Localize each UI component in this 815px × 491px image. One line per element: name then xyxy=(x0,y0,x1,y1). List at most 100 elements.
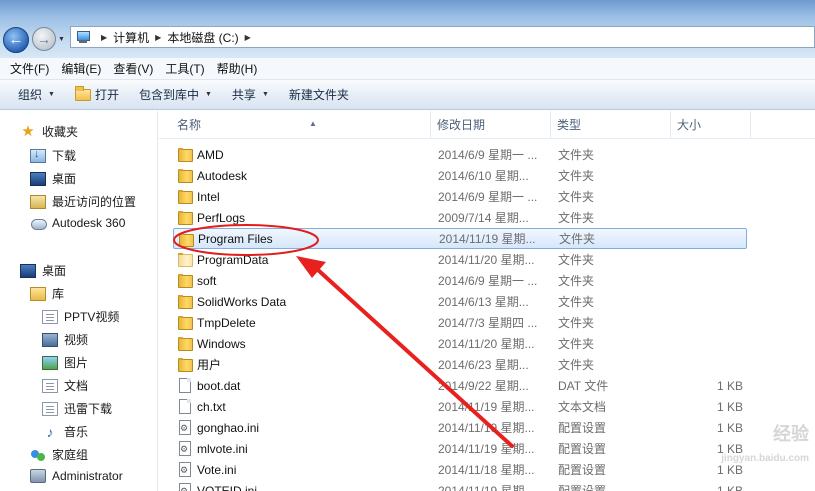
video-icon xyxy=(42,332,58,347)
menu-view[interactable]: 查看(V) xyxy=(107,60,159,77)
nav-thunder[interactable]: 迅雷下载 xyxy=(42,400,112,417)
folder-icon xyxy=(177,169,193,183)
file-type: 文件夹 xyxy=(558,169,595,183)
nav-admin[interactable]: Administrator xyxy=(30,469,123,483)
file-name: Vote.ini xyxy=(197,462,237,477)
folder-icon xyxy=(177,190,193,204)
breadcrumb-local-disk[interactable]: 本地磁盘 (C:) xyxy=(167,29,238,46)
nav-label: Autodesk 360 xyxy=(52,216,126,230)
column-type[interactable]: 类型 xyxy=(551,111,671,139)
nav-video[interactable]: 视频 xyxy=(42,331,88,348)
menu-help[interactable]: 帮助(H) xyxy=(211,60,264,77)
file-size: 1 KB xyxy=(717,483,744,491)
menu-tools[interactable]: 工具(T) xyxy=(159,60,210,77)
nav-documents[interactable]: 文档 xyxy=(42,377,88,394)
column-label: 类型 xyxy=(557,118,582,132)
nav-desktop-fav[interactable]: 桌面 xyxy=(30,170,76,187)
file-row[interactable]: Program Files 2014/11/19 星期... 文件夹 xyxy=(173,228,747,249)
file-name: Windows xyxy=(197,336,246,351)
watermark-text: 经验 xyxy=(773,424,809,444)
new-folder-button[interactable]: 新建文件夹 xyxy=(279,83,359,107)
chevron-right-icon[interactable]: ▶ xyxy=(245,33,251,42)
folder-icon xyxy=(177,211,193,225)
navigation-pane: ★ 收藏夹 下载 桌面 最近访问的位置 Autodesk 360 桌面 库 PPT… xyxy=(0,111,158,491)
breadcrumb-computer[interactable]: 计算机 xyxy=(113,29,149,46)
file-row[interactable]: Windows 2014/11/20 星期... 文件夹 xyxy=(173,333,747,354)
file-row[interactable]: Autodesk 2014/6/10 星期... 文件夹 xyxy=(173,165,747,186)
nav-pptv[interactable]: PPTV视频 xyxy=(42,308,119,325)
file-row[interactable]: VOTEID.ini 2014/11/19 星期... 配置设置 1 KB xyxy=(173,480,747,491)
library-folder-icon xyxy=(42,401,58,416)
column-date[interactable]: 修改日期 xyxy=(431,111,551,139)
file-date: 2014/6/10 星期... xyxy=(438,169,529,183)
share-button[interactable]: 共享 ▼ xyxy=(222,83,279,107)
folder-icon xyxy=(177,337,193,351)
computer-icon xyxy=(75,30,91,44)
column-size[interactable]: 大小 xyxy=(671,111,751,139)
nav-homegroup[interactable]: 家庭组 xyxy=(30,446,88,463)
file-type: 文件夹 xyxy=(558,274,595,288)
chevron-right-icon[interactable]: ▶ xyxy=(101,33,107,42)
file-date: 2014/9/22 星期... xyxy=(438,379,529,393)
column-label: 名称 xyxy=(177,118,202,132)
back-button[interactable]: ← xyxy=(3,27,29,53)
file-date: 2014/6/9 星期一 ... xyxy=(438,190,538,204)
nav-downloads[interactable]: 下载 xyxy=(30,147,76,164)
config-file-icon xyxy=(179,441,191,456)
nav-recent[interactable]: 最近访问的位置 xyxy=(30,193,136,210)
forward-arrow-icon: → xyxy=(37,31,51,47)
recent-pages-dropdown-icon[interactable]: ▼ xyxy=(58,36,65,43)
include-library-button[interactable]: 包含到库中 ▼ xyxy=(129,83,222,107)
folder-icon xyxy=(177,274,193,288)
file-row[interactable]: Intel 2014/6/9 星期一 ... 文件夹 xyxy=(173,186,747,207)
back-arrow-icon: ← xyxy=(8,31,24,48)
config-file-icon xyxy=(179,483,191,491)
file-row[interactable]: ProgramData 2014/11/20 星期... 文件夹 xyxy=(173,249,747,270)
file-row[interactable]: mlvote.ini2014/11/19 星期...配置设置1 KB xyxy=(173,438,747,459)
file-date: 2014/6/13 星期... xyxy=(438,295,529,309)
address-bar[interactable]: ▶ 计算机 ▶ 本地磁盘 (C:) ▶ xyxy=(70,26,815,48)
nav-libraries[interactable]: 库 xyxy=(30,285,64,302)
nav-label: 桌面 xyxy=(52,172,77,186)
file-row[interactable]: boot.dat 2014/9/22 星期... DAT 文件 1 KB xyxy=(173,375,747,396)
file-name: Autodesk xyxy=(197,168,248,183)
column-label: 修改日期 xyxy=(437,118,486,132)
star-icon: ★ xyxy=(21,122,35,140)
file-row[interactable]: AMD 2014/6/9 星期一 ... 文件夹 xyxy=(173,144,747,165)
file-row[interactable]: Vote.ini 2014/11/18 星期... 配置设置 1 KB xyxy=(173,459,747,480)
column-name[interactable]: 名称 ▲ xyxy=(171,111,431,139)
organize-button[interactable]: 组织 ▼ xyxy=(8,83,65,107)
nav-label: 库 xyxy=(52,287,65,301)
file-row[interactable]: 用户 2014/6/23 星期... 文件夹 xyxy=(173,354,747,375)
cloud-icon xyxy=(30,216,47,230)
file-row[interactable]: soft 2014/6/9 星期一 ... 文件夹 xyxy=(173,270,747,291)
file-date: 2014/7/3 星期四 ... xyxy=(438,316,538,330)
nav-desktop[interactable]: 桌面 xyxy=(20,262,66,279)
file-type: 文件夹 xyxy=(559,232,596,246)
file-row[interactable]: SolidWorks Data 2014/6/13 星期... 文件夹 xyxy=(173,291,747,312)
file-date: 2009/7/14 星期... xyxy=(438,211,529,225)
file-name: PerfLogs xyxy=(197,210,246,225)
open-button[interactable]: 打开 xyxy=(65,83,129,107)
config-file-icon xyxy=(179,462,191,477)
chevron-down-icon: ▼ xyxy=(204,91,212,98)
menu-edit[interactable]: 编辑(E) xyxy=(55,60,107,77)
chevron-right-icon[interactable]: ▶ xyxy=(155,33,161,42)
folder-icon xyxy=(177,148,193,162)
file-row[interactable]: gonghao.ini 2014/11/19 星期... 配置设置 1 KB xyxy=(173,417,747,438)
nav-autodesk[interactable]: Autodesk 360 xyxy=(30,216,125,230)
file-name: 用户 xyxy=(197,358,222,372)
nav-music[interactable]: ♪ 音乐 xyxy=(42,423,89,440)
nav-label: Administrator xyxy=(52,469,123,483)
nav-pictures[interactable]: 图片 xyxy=(42,354,88,371)
file-row[interactable]: TmpDelete 2014/7/3 星期四 ... 文件夹 xyxy=(173,312,747,333)
menu-file[interactable]: 文件(F) xyxy=(4,60,55,77)
file-row[interactable]: ch.txt 2014/11/19 星期... 文本文档 1 KB xyxy=(173,396,747,417)
file-size: 1 KB xyxy=(717,462,744,477)
forward-button[interactable]: → xyxy=(32,27,56,51)
file-date: 2014/6/23 星期... xyxy=(438,358,529,372)
column-label: 大小 xyxy=(677,118,702,132)
nav-favorites[interactable]: ★ 收藏夹 xyxy=(20,123,78,140)
file-row[interactable]: PerfLogs 2009/7/14 星期... 文件夹 xyxy=(173,207,747,228)
file-type: 文件夹 xyxy=(558,211,595,225)
